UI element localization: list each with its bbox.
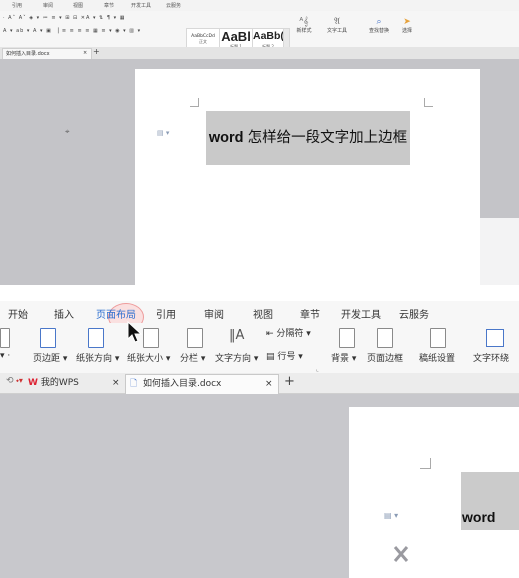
partial-icon — [0, 328, 10, 348]
orientation-button[interactable]: 纸张方向 ▾ — [76, 351, 119, 364]
menu-item-devtools[interactable]: 开发工具 — [131, 2, 151, 9]
background-button[interactable]: 背景 ▾ — [331, 351, 356, 364]
top-screenshot: 引用 审阅 视图 章节 开发工具 云服务 · A˄ A˅ ◈ ▾ ≔ ≡ ▾ ⊞… — [0, 0, 519, 285]
mouse-pointer-icon — [127, 321, 143, 343]
margin-corner-right — [424, 98, 433, 107]
menu-item-cloud[interactable]: 云服务 — [399, 306, 429, 321]
bottom-menu-bar: 开始 插入 页面布局 引用 审阅 视图 章节 开发工具 云服务 — [0, 301, 519, 331]
separator-icon: ⇤ — [266, 329, 274, 339]
margin-corner-left — [190, 98, 199, 107]
paragraph-format-row[interactable]: A ▾ ab ▾ A ▾ ▣ ▕ ≡ ≡ ≡ ≡ ▦ ≡ ▾ ◉ ▾ ▥ ▾ — [3, 28, 141, 34]
find-icon: ⌕ — [376, 17, 382, 27]
text-wrap-button[interactable]: 文字环绕 — [473, 351, 509, 364]
page-border-button[interactable]: 页面边框 — [367, 351, 403, 364]
text-direction-icon: ‖A — [229, 328, 245, 343]
background-icon — [339, 328, 355, 348]
new-style-icon: ᴬ𝄞 — [299, 17, 309, 27]
page-size-icon — [143, 328, 159, 348]
watermark-logo-icon — [386, 539, 416, 569]
paragraph-marker-icon: ▤ ▾ — [157, 129, 170, 137]
manuscript-settings-button[interactable]: 稿纸设置 — [419, 351, 455, 364]
text-tools[interactable]: 𝔄 文字工具 — [323, 17, 351, 34]
margins-button[interactable]: 页边距 ▾ — [33, 351, 67, 364]
page-border-icon — [377, 328, 393, 348]
select-tool[interactable]: ➤ 选择 — [398, 17, 416, 34]
menu-item-page-layout[interactable]: 页面布局 — [96, 306, 136, 321]
font-format-row[interactable]: · A˄ A˅ ◈ ▾ ≔ ≡ ▾ ⊞ ⊟ ✕A ▾ ⇅ ¶ ▾ ▦ — [3, 15, 125, 21]
document-icon: 🗋 — [130, 379, 138, 389]
menu-item-review[interactable]: 审阅 — [204, 306, 224, 321]
page-layout-ribbon: ‖A ⇤ 分隔符 ▾ ▾ · 页边距 ▾ 纸张方向 ▾ 纸张大小 ▾ 分栏 ▾ … — [0, 323, 519, 374]
document-heading[interactable]: word 怎样给一段文字加上边框 — [206, 111, 410, 165]
wps-logo-icon: W — [28, 378, 38, 388]
menu-item-reference[interactable]: 引用 — [12, 2, 22, 9]
active-doc-tab[interactable]: 🗋 如何插入目录.docx × — [125, 374, 279, 394]
menu-item-review[interactable]: 审阅 — [43, 2, 53, 9]
page-size-button[interactable]: 纸张大小 ▾ — [127, 351, 170, 364]
text-direction-button[interactable]: 文字方向 ▾ — [215, 351, 258, 364]
margins-icon — [40, 328, 56, 348]
manuscript-icon — [430, 328, 446, 348]
close-icon[interactable]: × — [265, 375, 273, 394]
top-menu-bar: 引用 审阅 视图 章节 开发工具 云服务 — [0, 0, 519, 11]
menu-item-view[interactable]: 视图 — [253, 306, 273, 321]
pin-icon[interactable]: ⬩▾ — [16, 376, 23, 386]
menu-item-start[interactable]: 开始 — [8, 306, 28, 321]
menu-item-cloud[interactable]: 云服务 — [166, 2, 181, 9]
menu-item-insert[interactable]: 插入 — [54, 306, 74, 321]
menu-item-chapter[interactable]: 章节 — [104, 2, 114, 9]
new-tab-icon[interactable]: + — [93, 47, 100, 56]
new-tab-icon[interactable]: + — [284, 374, 295, 389]
mouse-cursor-icon: ⌖ — [65, 127, 70, 136]
margin-corner — [420, 458, 431, 469]
menu-item-view[interactable]: 视图 — [73, 2, 83, 9]
line-numbers-button[interactable]: ▤ 行号 ▾ — [266, 349, 303, 362]
bottom-screenshot: 开始 插入 页面布局 引用 审阅 视图 章节 开发工具 云服务 ‖A ⇤ 分隔符… — [0, 301, 519, 578]
text-tools-icon: 𝔄 — [334, 17, 340, 27]
separator-button[interactable]: ⇤ 分隔符 ▾ — [266, 326, 311, 339]
close-icon[interactable]: × — [112, 375, 120, 392]
find-replace[interactable]: ⌕ 查找替换 — [364, 17, 394, 34]
cursor-select-icon: ➤ — [403, 17, 411, 27]
top-ribbon: · A˄ A˅ ◈ ▾ ≔ ≡ ▾ ⊞ ⊟ ✕A ▾ ⇅ ¶ ▾ ▦ A ▾ a… — [0, 11, 519, 52]
partial-label[interactable]: ▾ · — [0, 351, 10, 361]
menu-item-devtools[interactable]: 开发工具 — [341, 306, 381, 321]
line-numbers-icon: ▤ — [266, 352, 275, 362]
columns-button[interactable]: 分栏 ▾ — [180, 351, 205, 364]
orientation-icon — [88, 328, 104, 348]
paragraph-marker-icon: ▤ ▾ — [384, 511, 399, 520]
top-doc-tab[interactable]: 如何插入目录.docx × — [2, 48, 92, 59]
menu-item-chapter[interactable]: 章节 — [300, 306, 320, 321]
my-wps-tab[interactable]: W 我的WPS × — [28, 375, 124, 392]
watermark-subtitle: CHUANG XIN HU LIAN — [423, 558, 498, 565]
close-icon[interactable]: × — [83, 50, 87, 56]
back-icon[interactable]: ⟲ — [6, 376, 14, 386]
columns-icon — [187, 328, 203, 348]
menu-item-reference[interactable]: 引用 — [156, 306, 176, 321]
blurred-overlay — [378, 218, 519, 285]
watermark-logo: 创新互联 CHUANG XIN HU LIAN — [384, 534, 519, 574]
dialog-launcher-icon[interactable]: ⌞ — [316, 366, 319, 373]
document-heading-partial[interactable]: word — [462, 509, 495, 525]
new-style-tool[interactable]: ᴬ𝄞 新样式 — [293, 17, 315, 34]
text-wrap-icon — [486, 329, 504, 347]
